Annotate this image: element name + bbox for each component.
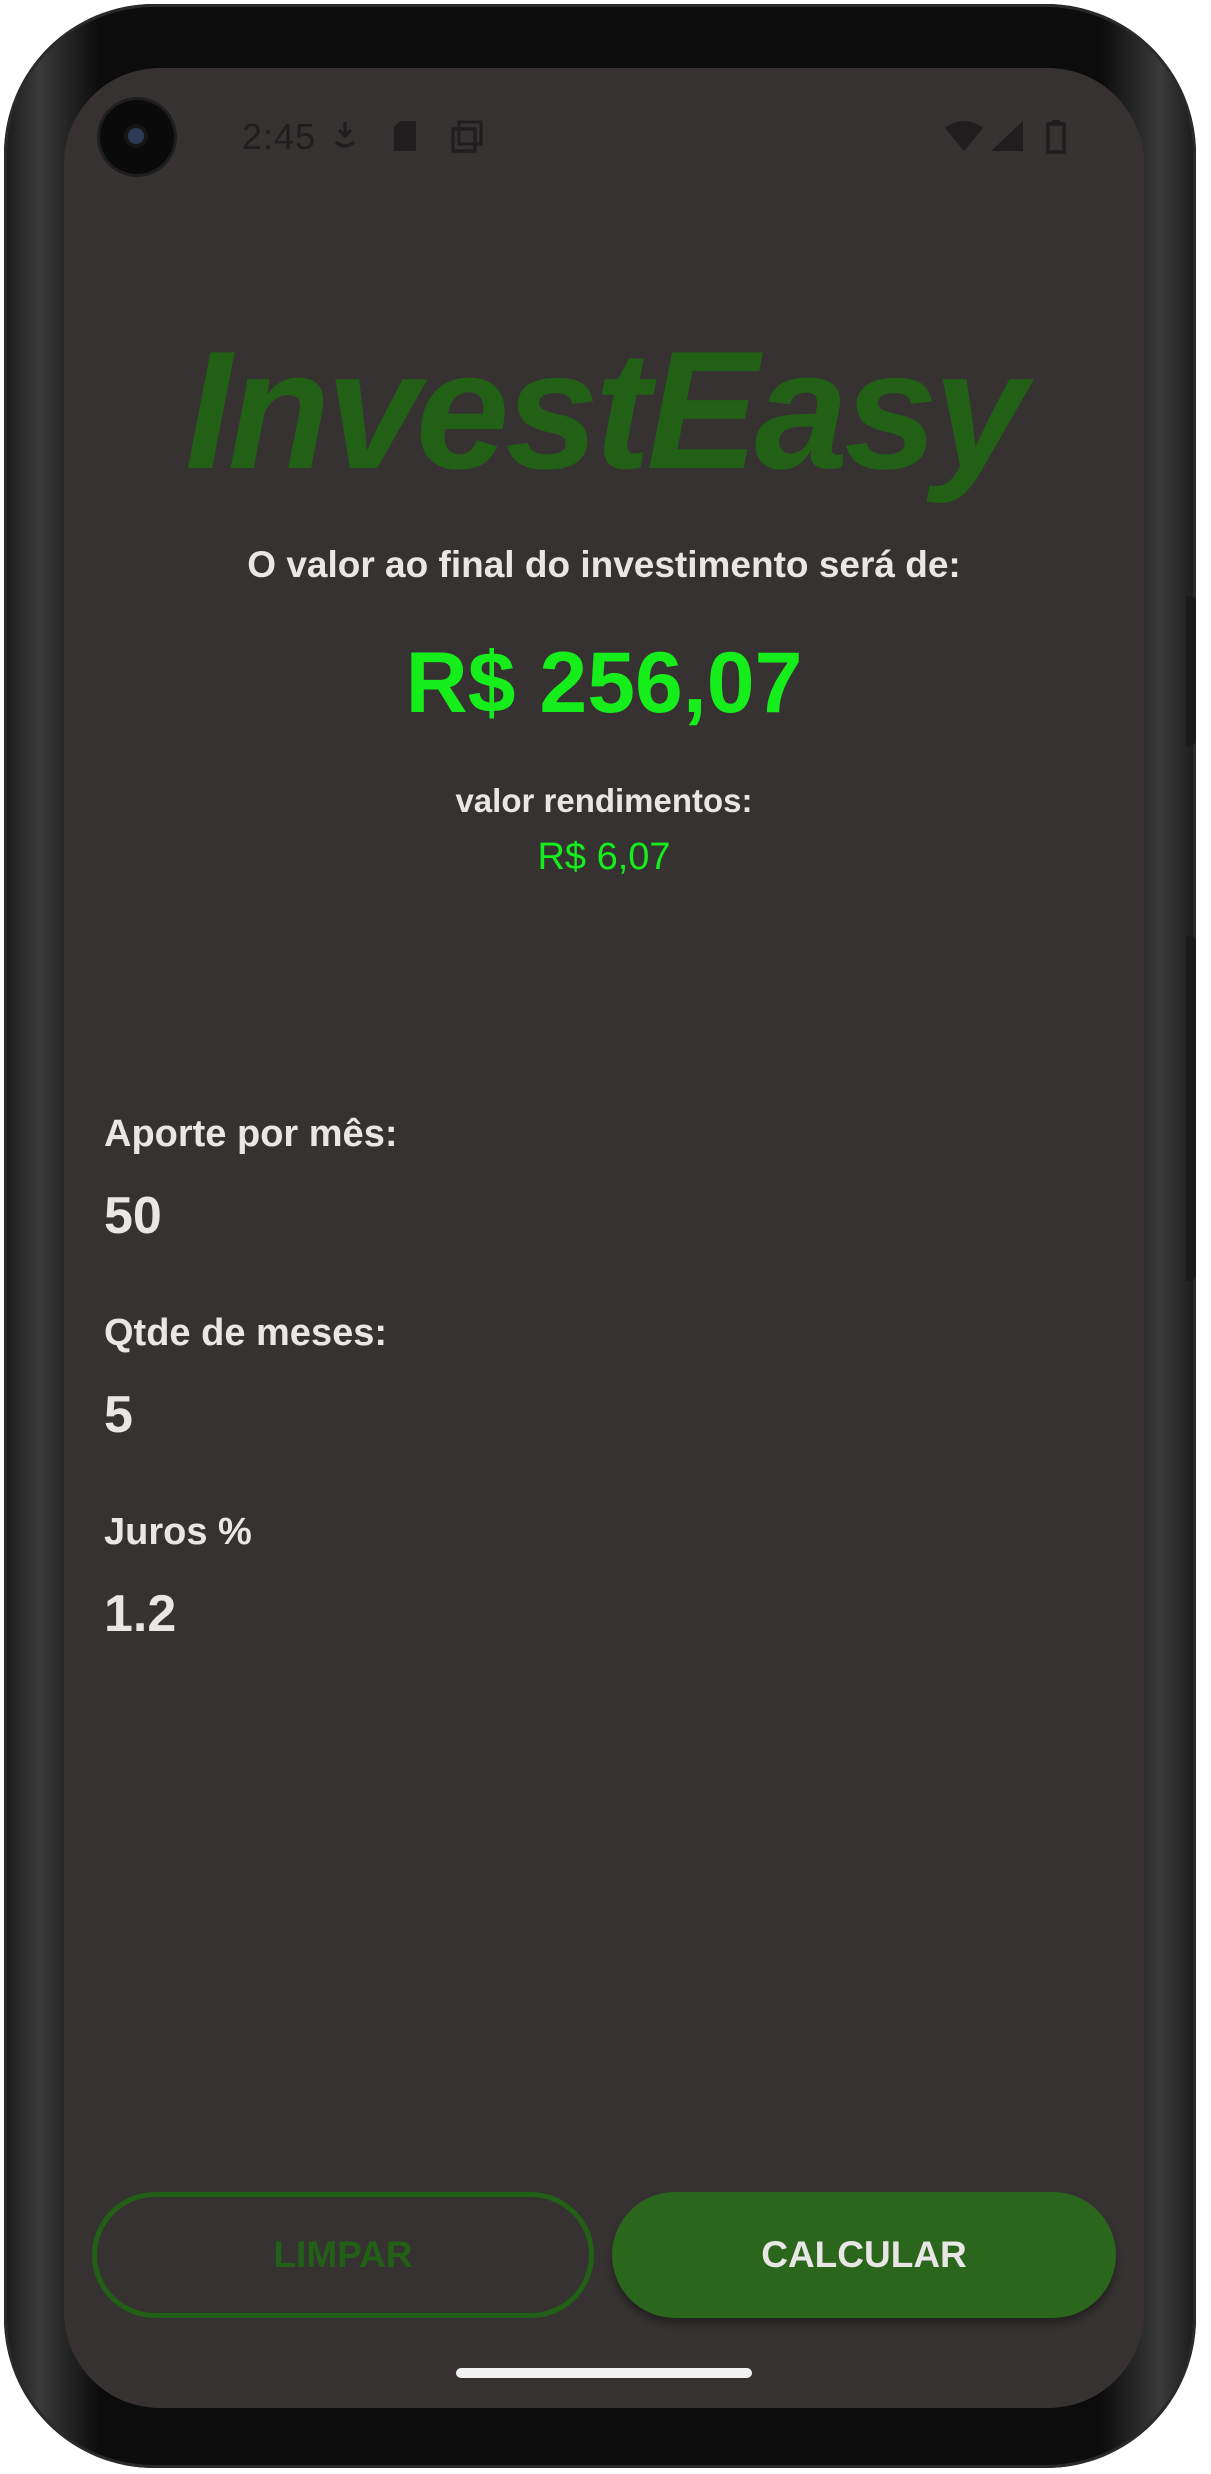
wifi-icon: [945, 121, 983, 151]
monthly-contribution-label: Aporte por mês:: [104, 1113, 398, 1155]
interest-input[interactable]: 1.2: [104, 1584, 176, 1644]
final-value: R$ 256,07: [405, 635, 803, 731]
screenshot-icon: [451, 120, 483, 153]
download-icon: [334, 122, 356, 148]
battery-icon: [1046, 120, 1066, 154]
calculate-button[interactable]: CALCULAR: [612, 2192, 1116, 2318]
app-title: InvestEasy: [185, 316, 1027, 504]
power-button: [1186, 596, 1196, 746]
phone-frame: 2:45 InvestEasy O valor ao final do inve…: [4, 4, 1196, 2468]
sd-card-icon: [394, 121, 416, 151]
home-indicator[interactable]: [456, 2368, 752, 2378]
yield-label: valor rendimentos:: [455, 782, 753, 819]
interest-label: Juros %: [104, 1511, 252, 1553]
yield-value: R$ 6,07: [537, 836, 671, 878]
app-screen: 2:45 InvestEasy O valor ao final do inve…: [64, 68, 1144, 2408]
status-time: 2:45: [242, 116, 317, 157]
clear-button[interactable]: LIMPAR: [92, 2192, 594, 2318]
monthly-contribution-input[interactable]: 50: [104, 1186, 162, 1246]
front-camera: [100, 100, 174, 174]
months-label: Qtde de meses:: [104, 1312, 387, 1354]
result-heading: O valor ao final do investimento será de…: [247, 544, 961, 585]
months-input[interactable]: 5: [104, 1385, 133, 1445]
volume-button: [1186, 936, 1196, 1281]
cell-signal-icon: [991, 121, 1023, 151]
